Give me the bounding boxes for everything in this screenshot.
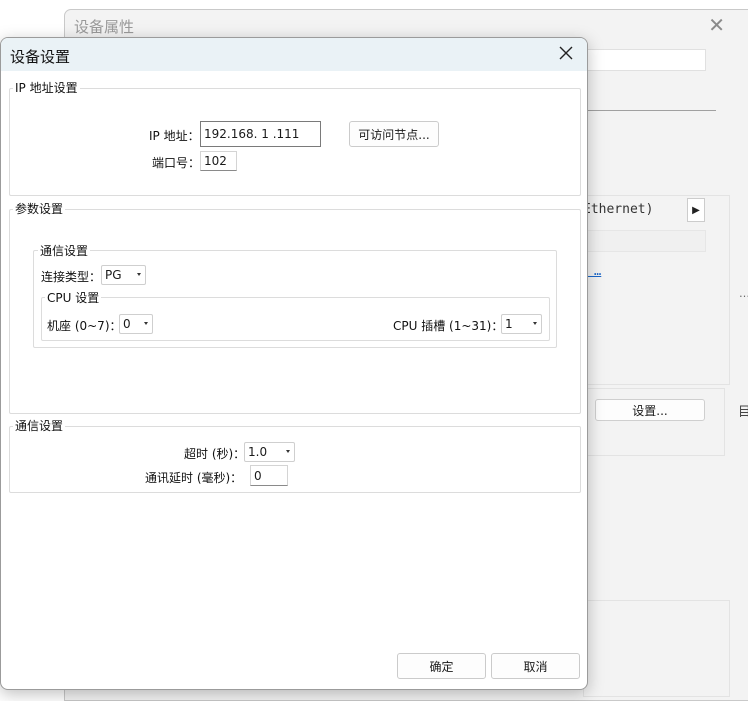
chevron-down-icon [137,273,141,276]
background-window-title: 设备属性 [74,18,135,36]
background-bottom-panel [583,600,730,697]
background-settings-button[interactable]: 设置... [595,399,705,421]
background-ellipsis: … [739,287,748,300]
port-input[interactable]: 102 [200,151,237,171]
timeout-value: 1.0 [248,445,268,459]
dialog-titlebar: 设备设置 [1,38,587,71]
cpu-slot-value: 1 [505,317,513,331]
ip-address-input[interactable]: 192.168. 1 .111 [200,121,321,147]
rack-value: 0 [123,317,131,331]
chevron-down-icon [533,322,537,325]
connection-type-select[interactable]: PG [101,265,146,285]
rack-label: 机座 (0~7)： [47,319,122,333]
background-adapter-text: Ethernet) [583,202,654,217]
port-label: 端口号： [152,156,201,170]
delay-label: 通讯延时 (毫秒)： [145,471,243,485]
comm-settings-group [9,426,581,493]
chevron-down-icon [144,322,148,325]
cancel-button[interactable]: 取消 [491,653,580,679]
background-disabled-field [586,230,706,252]
background-divider [586,110,716,111]
background-close-icon[interactable]: ✕ [708,15,725,35]
communication-legend: 通信设置 [38,244,91,258]
cpu-slot-label: CPU 插槽 (1~31)： [393,319,504,333]
timeout-label: 超时 (秒)： [184,447,246,461]
rack-select[interactable]: 0 [119,314,153,334]
cpu-settings-legend: CPU 设置 [45,291,102,305]
background-text-field[interactable] [586,49,706,71]
chevron-down-icon [286,450,290,453]
connection-type-value: PG [105,268,122,282]
ip-address-label: IP 地址： [149,129,200,143]
accessible-nodes-button[interactable]: 可访问节点... [349,121,439,147]
close-icon[interactable] [557,44,575,62]
delay-input[interactable]: 0 [250,465,288,486]
play-arrow-icon: ▶ [692,204,700,216]
background-arrow-button[interactable]: ▶ [687,198,705,222]
dialog-title: 设备设置 [10,48,71,66]
connection-type-label: 连接类型： [41,270,102,284]
device-settings-dialog: 设备设置 IP 地址设置 IP 地址： 192.168. 1 .111 可访问节… [0,37,588,690]
comm-settings-legend: 通信设置 [13,419,66,433]
parameter-settings-legend: 参数设置 [13,202,66,216]
ip-settings-legend: IP 地址设置 [13,81,80,95]
ok-button[interactable]: 确定 [397,653,486,679]
timeout-select[interactable]: 1.0 [244,442,295,462]
background-edge-text: 目 [738,405,748,420]
background-panel [583,195,730,385]
cpu-slot-select[interactable]: 1 [501,314,542,334]
